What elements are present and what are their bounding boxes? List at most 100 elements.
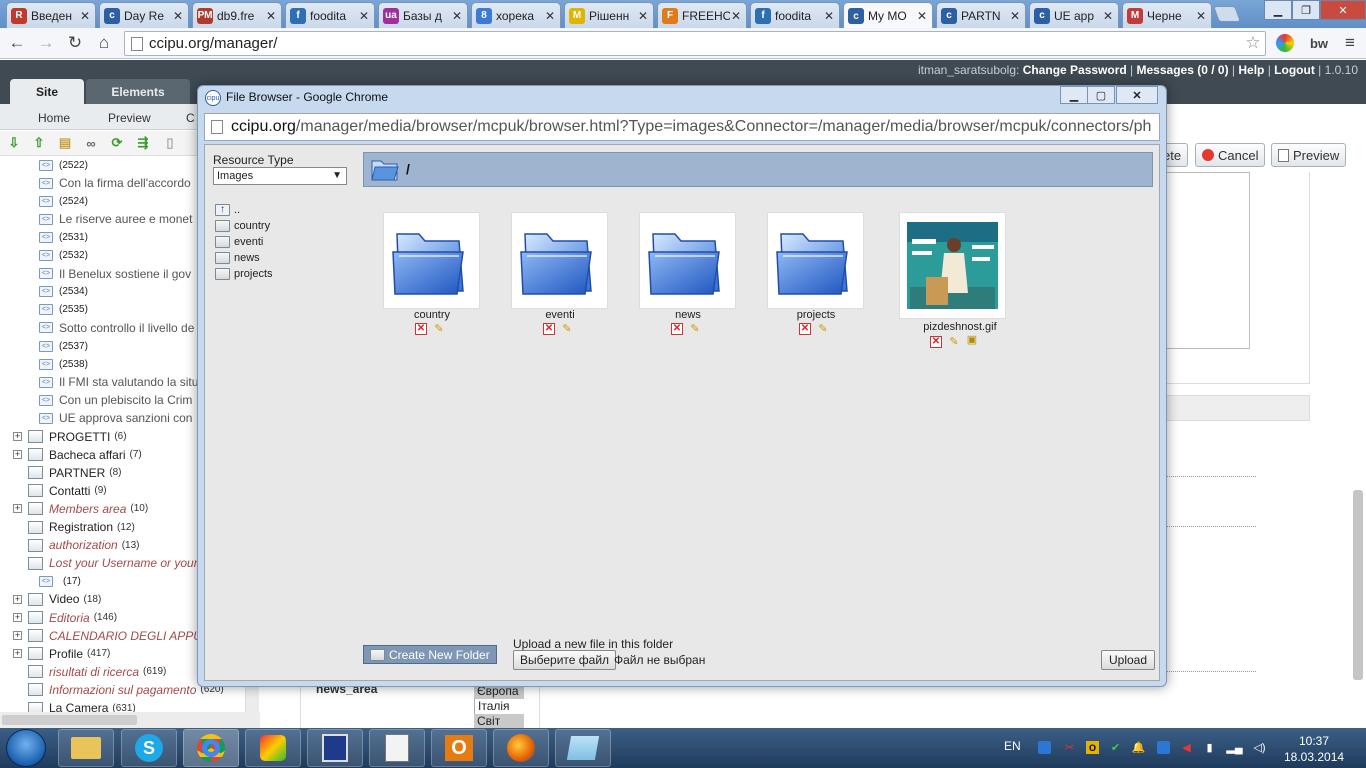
editor-taskbar-icon[interactable] [369, 729, 425, 767]
maximize-button[interactable]: ❐ [1292, 0, 1320, 20]
messages-link[interactable]: Messages (0 / 0) [1137, 63, 1229, 77]
volume-icon[interactable]: ◁) [1253, 741, 1266, 754]
menu-icon[interactable]: ≡ [1338, 32, 1362, 54]
expand-icon[interactable]: + [13, 649, 22, 659]
folder-thumbnail[interactable] [767, 212, 864, 309]
category-option[interactable]: Італія [474, 699, 524, 714]
tree-folder[interactable]: Lost your Username or your [13, 554, 198, 572]
tab-close-icon[interactable]: ✕ [79, 9, 91, 23]
folder-thumbnail[interactable] [383, 212, 480, 309]
delete-item-icon[interactable]: ✕ [543, 323, 555, 335]
browser-tab[interactable]: 8 хорека ✕ [471, 2, 561, 28]
tree-folder[interactable]: + PROGETTI (6) [13, 428, 127, 446]
browser-tab[interactable]: c UE app ✕ [1029, 2, 1119, 28]
tray-icon[interactable]: ✂ [1063, 741, 1076, 754]
new-tab-button[interactable] [1213, 6, 1241, 22]
parent-folder-item[interactable]: ↑.. [215, 204, 240, 216]
modal-minimize-button[interactable]: ▁ [1060, 86, 1088, 104]
skype-taskbar-icon[interactable]: S [121, 729, 177, 767]
tree-resource[interactable]: <> (2531) [39, 228, 88, 246]
item-name[interactable]: projects [756, 309, 876, 321]
tree-resource[interactable]: <> Il FMI sta valutando la situ [39, 373, 198, 391]
explorer-taskbar-icon[interactable] [58, 729, 114, 767]
minimize-button[interactable]: ▁ [1264, 0, 1292, 20]
modal-close-button[interactable]: ✕ [1116, 86, 1158, 104]
tab-elements[interactable]: Elements [86, 79, 190, 104]
tree-folder[interactable]: + Editoria (146) [13, 609, 117, 627]
tree-horizontal-scrollbar[interactable] [0, 712, 260, 728]
folder-thumbnail[interactable] [639, 212, 736, 309]
tree-folder[interactable]: authorization (13) [13, 536, 140, 554]
tab-site[interactable]: Site [10, 79, 84, 104]
browser-tab[interactable]: РМ db9.fre ✕ [192, 2, 282, 28]
rename-item-icon[interactable]: ✎ [817, 323, 829, 335]
collapse-tree-icon[interactable]: ⇧ [31, 135, 47, 150]
help-link[interactable]: Help [1238, 63, 1264, 77]
address-bar[interactable]: ccipu.org/manager/ [124, 31, 1266, 56]
tab-close-icon[interactable]: ✕ [730, 9, 742, 23]
expand-icon[interactable]: + [13, 631, 22, 641]
paint-taskbar-icon[interactable] [245, 729, 301, 767]
browser-tab[interactable]: M Рішенн ✕ [564, 2, 654, 28]
tab-close-icon[interactable]: ✕ [358, 9, 370, 23]
tray-icon[interactable]: ✔ [1109, 741, 1122, 754]
chrome-taskbar-icon[interactable] [183, 729, 239, 767]
preview-button[interactable]: Preview [1271, 143, 1347, 167]
star-icon[interactable]: ☆ [1241, 32, 1265, 54]
tree-resource[interactable]: <> (2522) [39, 156, 88, 174]
tree-resource[interactable]: <> (2537) [39, 337, 88, 355]
notification-tray-icon[interactable]: 🔔 [1132, 741, 1146, 754]
expand-tree-icon[interactable]: ⇩ [6, 135, 22, 150]
back-icon[interactable]: ← [5, 32, 29, 54]
new-weblink-icon[interactable]: ∞ [83, 136, 99, 151]
tree-resource[interactable]: <> Con la firma dell'accordo [39, 174, 191, 192]
tray-icon[interactable]: O [1086, 741, 1099, 754]
browser-tab[interactable]: f foodita ✕ [285, 2, 375, 28]
tray-icon[interactable]: ◀ [1180, 741, 1193, 754]
browser-tab[interactable]: R Введен ✕ [6, 2, 96, 28]
tab-close-icon[interactable]: ✕ [265, 9, 277, 23]
delete-item-icon[interactable]: ✕ [671, 323, 683, 335]
tree-resource[interactable]: <> Sotto controllo il livello de [39, 319, 194, 337]
tab-close-icon[interactable]: ✕ [637, 9, 649, 23]
choose-file-button[interactable]: Выберите файл [513, 650, 617, 670]
delete-item-icon[interactable]: ✕ [415, 323, 427, 335]
folder-item[interactable]: eventi [215, 236, 263, 248]
cancel-button[interactable]: Cancel [1195, 143, 1266, 167]
tree-resource[interactable]: <> (2532) [39, 247, 88, 265]
tab-close-icon[interactable]: ✕ [1102, 9, 1114, 23]
new-resource-icon[interactable]: ▤ [57, 135, 73, 150]
expand-icon[interactable]: + [13, 594, 22, 604]
tray-icon[interactable]: ▮ [1203, 741, 1216, 754]
browser-tab[interactable]: c My MO ✕ [843, 2, 933, 29]
delete-item-icon[interactable]: ✕ [930, 336, 942, 348]
item-name[interactable]: pizdeshnost.gif [900, 321, 1020, 333]
browser-tab[interactable]: F FREEHO ✕ [657, 2, 747, 28]
tray-icon[interactable] [1157, 741, 1170, 754]
tab-close-icon[interactable]: ✕ [172, 9, 184, 23]
program-taskbar-icon[interactable] [307, 729, 363, 767]
extension-icon[interactable] [1273, 32, 1297, 54]
reload-icon[interactable]: ↻ [63, 32, 87, 54]
tab-close-icon[interactable]: ✕ [1195, 9, 1207, 23]
browser-tab[interactable]: c Day Re ✕ [99, 2, 189, 28]
tree-folder[interactable]: Registration (12) [13, 518, 135, 536]
image-thumbnail[interactable] [899, 212, 1006, 319]
browser-tab[interactable]: c PARTN ✕ [936, 2, 1026, 28]
tab-close-icon[interactable]: ✕ [823, 9, 835, 23]
refresh-tree-icon[interactable]: ⟳ [109, 135, 125, 150]
tree-folder[interactable]: + Video (18) [13, 590, 101, 608]
category-option[interactable]: Світ [474, 714, 524, 729]
tab-close-icon[interactable]: ✕ [1009, 9, 1021, 23]
home-icon[interactable]: ⌂ [92, 32, 116, 54]
item-name[interactable]: country [372, 309, 492, 321]
rename-item-icon[interactable]: ✎ [561, 323, 573, 335]
expand-icon[interactable]: + [13, 450, 22, 460]
rename-item-icon[interactable]: ✎ [689, 323, 701, 335]
browser-tab[interactable]: M Черне ✕ [1122, 2, 1212, 28]
tree-resource[interactable]: <> Con un plebiscito la Crim [39, 391, 192, 409]
change-password-link[interactable]: Change Password [1023, 63, 1127, 77]
trash-icon[interactable]: ▯ [162, 135, 178, 150]
tab-close-icon[interactable]: ✕ [916, 9, 928, 23]
tree-folder[interactable]: PARTNER (8) [13, 464, 121, 482]
